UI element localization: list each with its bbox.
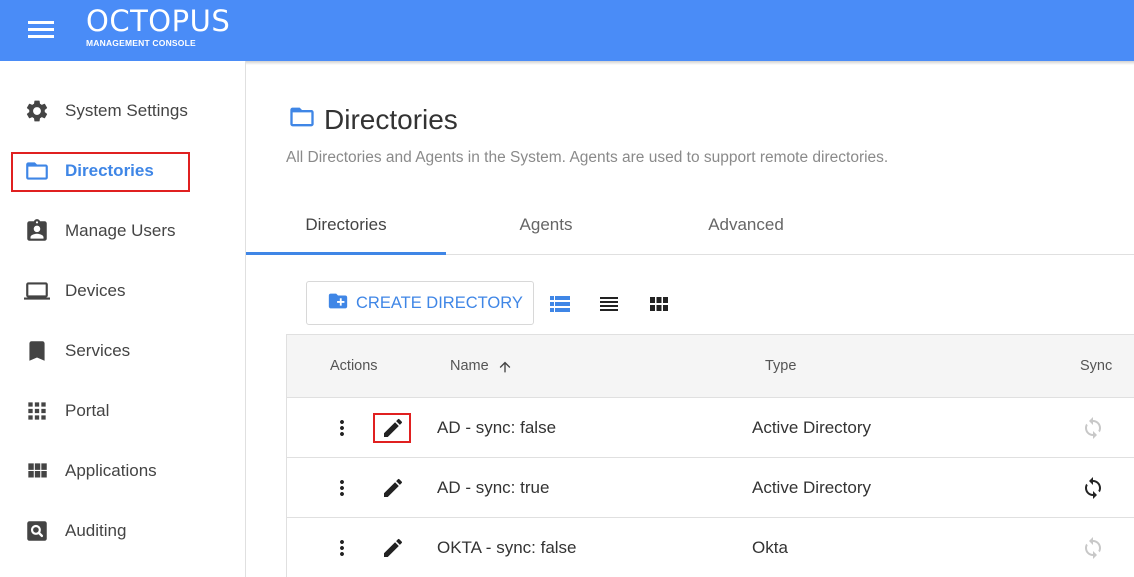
directory-name: AD - sync: false — [437, 418, 557, 437]
sync-icon-disabled — [1081, 536, 1105, 560]
create-directory-button[interactable]: CREATE DIRECTORY — [306, 281, 534, 325]
directory-type: Active Directory — [752, 418, 872, 437]
sidebar-item-label: Devices — [65, 281, 126, 300]
directory-type: Okta — [752, 538, 788, 557]
sidebar: System Settings Directories Manage Users… — [0, 61, 246, 577]
table-row: OKTA - sync: false Okta — [287, 518, 1134, 577]
directory-type: Active Directory — [752, 478, 872, 497]
laptop-icon — [24, 278, 50, 304]
sidebar-item-manage-users[interactable]: Manage Users — [0, 209, 246, 253]
grid-view-icon[interactable] — [648, 293, 670, 315]
column-header-name[interactable]: Name — [450, 335, 513, 398]
sidebar-item-label: Services — [65, 341, 131, 360]
sidebar-item-label: Portal — [65, 401, 110, 420]
highlight-box — [11, 152, 190, 192]
sidebar-item-label: Applications — [65, 461, 157, 480]
tab-directories[interactable]: Directories — [246, 205, 446, 255]
sidebar-item-portal[interactable]: Portal — [0, 389, 246, 433]
active-tab-indicator — [246, 252, 446, 255]
sidebar-item-label: Auditing — [65, 521, 127, 540]
compact-list-icon[interactable] — [598, 293, 620, 315]
column-header-actions: Actions — [330, 358, 378, 374]
apps-grid-icon — [24, 398, 50, 424]
sidebar-item-devices[interactable]: Devices — [0, 269, 246, 313]
sync-icon-disabled — [1081, 416, 1105, 440]
create-directory-label: CREATE DIRECTORY — [356, 293, 523, 312]
sidebar-item-services[interactable]: Services — [0, 329, 246, 373]
sidebar-item-system-settings[interactable]: System Settings — [0, 89, 246, 133]
main-content: Directories All Directories and Agents i… — [246, 61, 1134, 577]
column-header-name-label: Name — [450, 358, 489, 374]
directory-name: AD - sync: true — [437, 478, 550, 497]
edit-pencil-icon[interactable] — [381, 476, 405, 500]
page-title: Directories — [288, 103, 458, 136]
tab-agents[interactable]: Agents — [446, 205, 646, 255]
table-row: AD - sync: false Active Directory — [287, 398, 1134, 458]
table-row: AD - sync: true Active Directory — [287, 458, 1134, 518]
directory-name: OKTA - sync: false — [437, 538, 577, 557]
sidebar-item-auditing[interactable]: Auditing — [0, 509, 246, 553]
view-module-icon — [24, 458, 50, 484]
gear-icon — [24, 98, 50, 124]
folder-icon — [288, 103, 316, 136]
tab-advanced[interactable]: Advanced — [646, 205, 846, 255]
edit-pencil-icon[interactable] — [381, 536, 405, 560]
app-header: OCTOPUS MANAGEMENT CONSOLE — [0, 0, 1134, 61]
sidebar-item-label: System Settings — [65, 101, 188, 120]
column-header-type: Type — [765, 358, 797, 374]
logo-title: OCTOPUS — [86, 4, 231, 38]
page-subtitle: All Directories and Agents in the System… — [286, 149, 889, 166]
app-logo[interactable]: OCTOPUS MANAGEMENT CONSOLE — [86, 5, 230, 48]
more-vert-icon[interactable] — [330, 416, 354, 440]
highlight-box — [373, 413, 411, 443]
sidebar-item-applications[interactable]: Applications — [0, 449, 246, 493]
logo-subtitle: MANAGEMENT CONSOLE — [86, 38, 196, 48]
search-box-icon — [24, 518, 50, 544]
sync-icon[interactable] — [1081, 476, 1105, 500]
column-header-sync: Sync — [1080, 358, 1113, 374]
sort-arrow-up-icon — [497, 359, 513, 375]
sidebar-item-label: Manage Users — [65, 221, 176, 240]
create-folder-icon — [327, 290, 349, 317]
more-vert-icon[interactable] — [330, 536, 354, 560]
page-title-text: Directories — [324, 103, 458, 135]
clipboard-user-icon — [24, 218, 50, 244]
directories-table: Actions Name Type Sync AD - sync: false … — [286, 334, 1134, 577]
tab-bar: Directories Agents Advanced — [246, 205, 1134, 255]
table-header: Actions Name Type Sync — [287, 335, 1134, 398]
hamburger-icon[interactable] — [28, 21, 54, 39]
more-vert-icon[interactable] — [330, 476, 354, 500]
list-view-icon[interactable] — [549, 293, 571, 315]
bookmark-icon — [24, 338, 50, 364]
